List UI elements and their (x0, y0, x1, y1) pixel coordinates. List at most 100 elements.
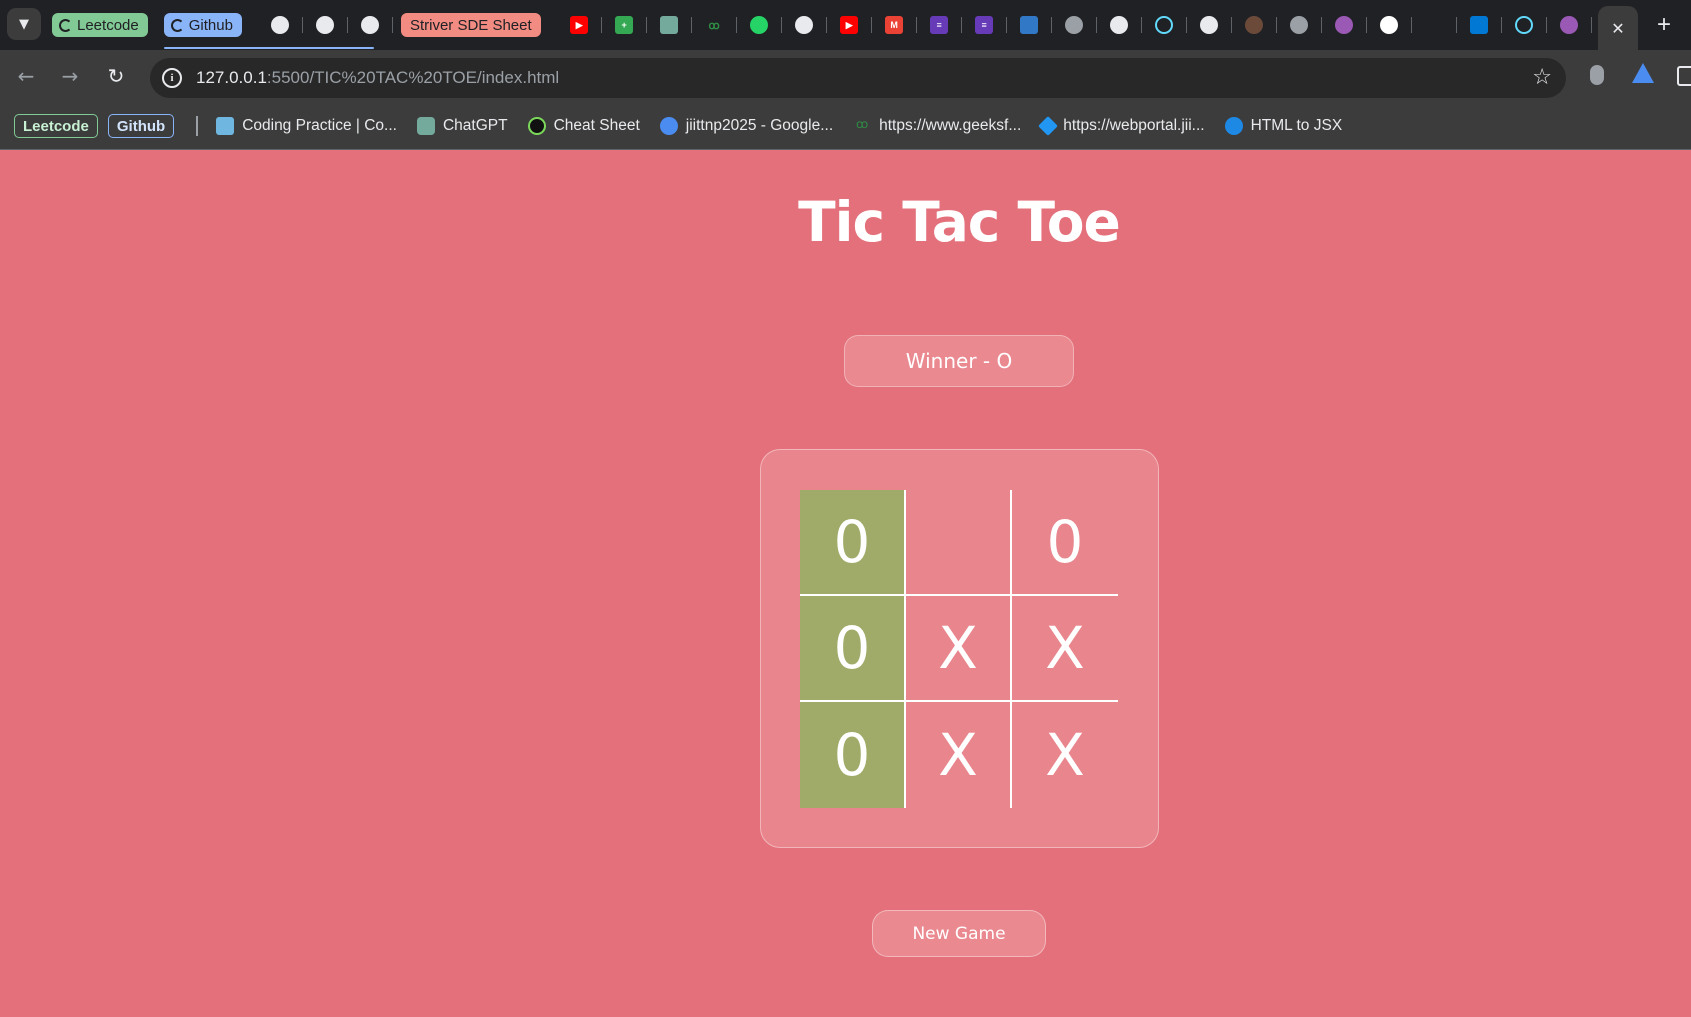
board-cell[interactable]: 0 (800, 596, 906, 702)
tab-group-icon (59, 18, 72, 32)
react-icon (1515, 16, 1534, 34)
bookmark-group-leetcode[interactable]: Leetcode (14, 114, 98, 138)
board-cell[interactable]: 0 (800, 490, 906, 596)
tab-app[interactable] (1367, 12, 1412, 38)
github-icon (795, 16, 814, 34)
url-text[interactable]: 127.0.0.1:5500/TIC%20TAC%20TOE/index.htm… (196, 68, 559, 88)
url-host: 127.0.0.1 (196, 68, 267, 87)
tab-chatgpt[interactable] (647, 12, 692, 38)
new-tab-button[interactable]: + (1651, 12, 1677, 38)
board-cell[interactable]: X (1012, 596, 1118, 702)
tab-group-label: Leetcode (77, 16, 139, 34)
new-game-button[interactable]: New Game (872, 910, 1046, 957)
react-icon (1155, 16, 1174, 34)
address-bar[interactable]: i 127.0.0.1:5500/TIC%20TAC%20TOE/index.h… (150, 58, 1566, 98)
avatar-icon (1560, 16, 1579, 34)
bookmark-webportal[interactable]: https://webportal.jii... (1038, 116, 1205, 136)
coding-practice-icon (216, 117, 235, 135)
tab-group-label: Striver SDE Sheet (409, 16, 532, 34)
close-icon[interactable]: ✕ (1611, 19, 1624, 38)
bookmark-coding-practice[interactable]: Coding Practice | Co... (216, 117, 397, 135)
url-path: :5500/TIC%20TAC%20TOE/index.html (266, 68, 560, 87)
tab-github[interactable] (258, 12, 303, 38)
tab-youtube[interactable]: ▶ (557, 12, 602, 38)
bookmark-label: Coding Practice | Co... (242, 117, 397, 134)
tab-whatsapp[interactable] (737, 12, 782, 38)
board-cell[interactable]: X (906, 596, 1012, 702)
game-board: 0 0 0 X X 0 X X (800, 490, 1118, 808)
extension-icon[interactable] (1590, 65, 1604, 85)
board-cell[interactable]: X (906, 702, 1012, 808)
tab-avatar[interactable] (1547, 12, 1592, 38)
tab-github[interactable] (782, 12, 827, 38)
tab-youtube[interactable]: ▶ (827, 12, 872, 38)
tab-github[interactable] (303, 12, 348, 38)
github-icon (1200, 16, 1219, 34)
extensions-puzzle-icon[interactable] (1677, 66, 1691, 86)
board-cell[interactable]: X (1012, 702, 1118, 808)
bookmark-geeksforgeeks[interactable]: ꝏ https://www.geeksf... (853, 117, 1021, 135)
tab-group-github[interactable]: Github (163, 13, 242, 37)
bookmark-label: jiittnp2025 - Google... (685, 117, 834, 134)
tab-forms[interactable]: ≡ (962, 12, 1007, 38)
whatsapp-icon (750, 16, 769, 34)
tab-typescript[interactable] (1007, 12, 1052, 38)
tab-github[interactable] (348, 12, 393, 38)
bookmark-label: https://webportal.jii... (1063, 117, 1205, 134)
tab-blank[interactable] (1412, 12, 1457, 38)
tab-react[interactable] (1502, 12, 1547, 38)
tab-gmail[interactable]: M (872, 12, 917, 38)
tab-group-striver[interactable]: Striver SDE Sheet (400, 13, 541, 37)
tab-group-leetcode[interactable]: Leetcode (52, 13, 148, 37)
globe-icon (1065, 16, 1084, 34)
bookmark-google-group[interactable]: jiittnp2025 - Google... (659, 117, 834, 135)
site-info-icon[interactable]: i (162, 68, 182, 88)
tab-avatar[interactable] (1322, 12, 1367, 38)
youtube-icon: ▶ (840, 16, 859, 34)
tab-github[interactable] (1187, 12, 1232, 38)
bookmark-group-github[interactable]: Github (107, 114, 175, 138)
tab-geeksforgeeks[interactable]: ꝏ (692, 12, 737, 38)
sheets-icon: + (615, 16, 634, 34)
extension-icon[interactable] (1632, 63, 1654, 83)
tab-search-icon[interactable]: ▼ (7, 8, 41, 40)
people-icon (659, 117, 678, 135)
globe-icon (1290, 16, 1309, 34)
board-cell[interactable] (906, 490, 1012, 596)
tab-github[interactable] (1097, 12, 1142, 38)
bookmark-label: ChatGPT (442, 117, 508, 134)
tab-globe[interactable] (1277, 12, 1322, 38)
bookmark-label: https://www.geeksf... (879, 117, 1022, 134)
youtube-icon: ▶ (570, 16, 589, 34)
board-cell[interactable]: 0 (800, 702, 906, 808)
tab-avatar[interactable] (1232, 12, 1277, 38)
chatgpt-icon (416, 117, 435, 135)
tab-react[interactable] (1142, 12, 1187, 38)
github-icon (316, 16, 335, 34)
webportal-icon (1038, 116, 1059, 136)
bookmarks-bar: Leetcode Github Coding Practice | Co... … (0, 102, 1691, 150)
bookmark-label: Cheat Sheet (553, 117, 640, 134)
bookmark-cheat-sheet[interactable]: Cheat Sheet (527, 117, 640, 135)
tab-group-underline (164, 47, 374, 49)
bookmarks-divider (196, 116, 199, 136)
tab-globe[interactable] (1052, 12, 1097, 38)
gmail-icon: M (885, 16, 904, 34)
active-tab[interactable]: ✕ (1598, 6, 1638, 50)
back-icon[interactable]: ← (10, 60, 42, 92)
reload-icon[interactable]: ↻ (100, 60, 132, 92)
bookmark-html-to-jsx[interactable]: HTML to JSX (1224, 117, 1342, 135)
avatar-icon (1335, 16, 1354, 34)
avatar-icon (1245, 16, 1264, 34)
forms-icon: ≡ (930, 16, 949, 34)
tab-vscode[interactable] (1457, 12, 1502, 38)
tab-forms[interactable]: ≡ (917, 12, 962, 38)
bookmark-star-icon[interactable]: ☆ (1532, 65, 1552, 90)
html-to-jsx-icon (1224, 117, 1243, 135)
board-cell[interactable]: 0 (1012, 490, 1118, 596)
forward-icon[interactable]: → (54, 60, 86, 92)
bookmark-chatgpt[interactable]: ChatGPT (416, 117, 508, 135)
tab-sheets[interactable]: + (602, 12, 647, 38)
forms-icon: ≡ (975, 16, 994, 34)
browser-toolbar: ← → ↻ i 127.0.0.1:5500/TIC%20TAC%20TOE/i… (0, 50, 1691, 102)
